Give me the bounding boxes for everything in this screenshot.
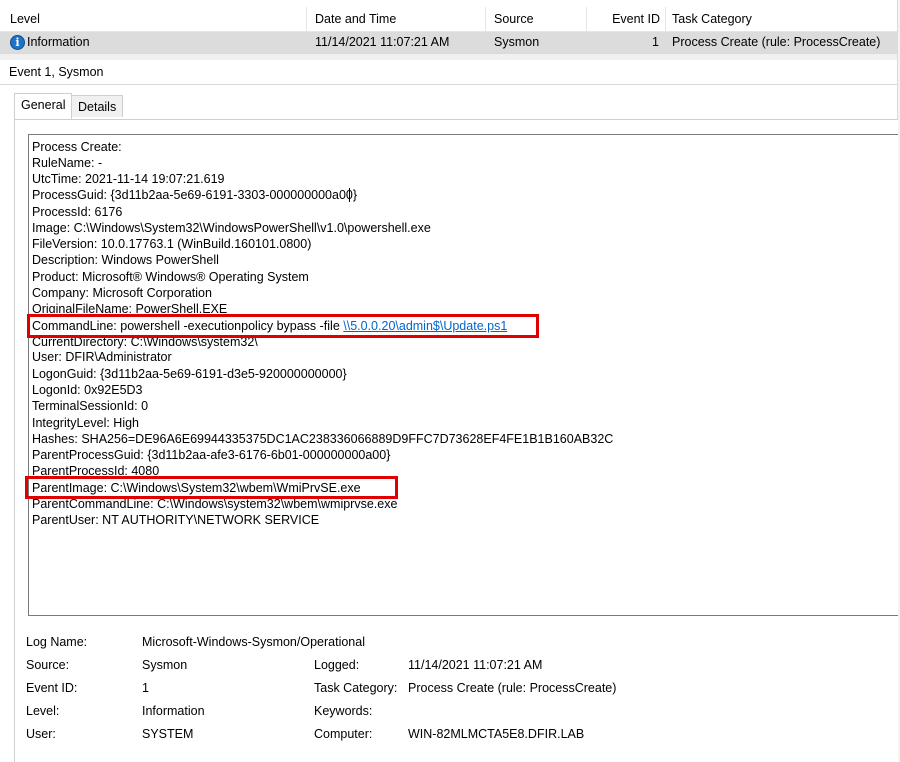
- commandline-highlight-box: [27, 314, 539, 338]
- column-header-source[interactable]: Source: [485, 7, 594, 31]
- meta-user-label: User:: [26, 727, 56, 741]
- meta-logged-value: 11/14/2021 11:07:21 AM: [408, 658, 543, 672]
- desc-line-integritylevel: IntegrityLevel: High: [32, 416, 140, 430]
- desc-line-parentuser: ParentUser: NT AUTHORITY\NETWORK SERVICE: [32, 513, 320, 527]
- row-date-time: 11/14/2021 11:07:21 AM: [315, 35, 450, 49]
- row-source: Sysmon: [494, 35, 540, 49]
- desc-line-processguid: ProcessGuid: {3d11b2aa-5e69-6191-3303-00…: [32, 188, 358, 202]
- meta-event-id-value: 1: [142, 681, 149, 695]
- row-task-category: Process Create (rule: ProcessCreate): [672, 35, 881, 49]
- desc-line-utctime: UtcTime: 2021-11-14 19:07:21.619: [32, 172, 225, 186]
- meta-source-value: Sysmon: [142, 658, 188, 672]
- meta-level-label: Level:: [26, 704, 60, 718]
- preview-pane-title: Event 1, Sysmon: [0, 60, 897, 85]
- column-header-date-time[interactable]: Date and Time: [306, 7, 493, 31]
- desc-line-logonid: LogonId: 0x92E5D3: [32, 383, 143, 397]
- meta-user-value: SYSTEM: [142, 727, 194, 741]
- column-header-event-id[interactable]: Event ID: [586, 7, 660, 31]
- desc-line-image: Image: C:\Windows\System32\WindowsPowerS…: [32, 221, 431, 235]
- desc-line-processid: ProcessId: 6176: [32, 205, 123, 219]
- column-header-task-category[interactable]: Task Category: [665, 7, 900, 31]
- column-header-level[interactable]: Level: [10, 7, 306, 31]
- desc-line-description: Description: Windows PowerShell: [32, 253, 219, 267]
- meta-level-value: Information: [142, 704, 205, 718]
- tab-general[interactable]: General: [14, 93, 73, 119]
- info-icon: [10, 35, 25, 50]
- meta-computer-value: WIN-82MLMCTA5E8.DFIR.LAB: [408, 727, 585, 741]
- meta-logged-label: Logged:: [314, 658, 360, 672]
- event-list-header: Level Date and Time Source Event ID Task…: [0, 7, 900, 32]
- text-caret: [349, 188, 350, 202]
- row-event-id: 1: [652, 35, 659, 49]
- meta-task-category-label: Task Category:: [314, 681, 398, 695]
- desc-line-hashes: Hashes: SHA256=DE96A6E69944335375DC1AC23…: [32, 432, 614, 446]
- meta-log-name-value: Microsoft-Windows-Sysmon/Operational: [142, 635, 365, 649]
- meta-log-name-label: Log Name:: [26, 635, 88, 649]
- desc-line-rulename: RuleName: -: [32, 156, 103, 170]
- desc-line-logonguid: LogonGuid: {3d11b2aa-5e69-6191-d3e5-9200…: [32, 367, 347, 381]
- parentimage-highlight-box: [25, 476, 398, 499]
- desc-line-process-create: Process Create:: [32, 140, 122, 154]
- desc-line-parentprocessguid: ParentProcessGuid: {3d11b2aa-afe3-6176-6…: [32, 448, 391, 462]
- desc-line-company: Company: Microsoft Corporation: [32, 286, 212, 300]
- tab-details[interactable]: Details: [71, 95, 124, 117]
- desc-line-user: User: DFIR\Administrator: [32, 350, 172, 364]
- desc-line-product: Product: Microsoft® Windows® Operating S…: [32, 270, 309, 284]
- desc-line-originalfilename: OriginalFileName: PowerShell.EXE: [32, 302, 228, 313]
- desc-line-parentprocessid: ParentProcessId: 4080: [32, 464, 160, 476]
- meta-event-id-label: Event ID:: [26, 681, 78, 695]
- row-level: Information: [27, 35, 90, 49]
- meta-task-category-value: Process Create (rule: ProcessCreate): [408, 681, 617, 695]
- desc-line-terminalsessionid: TerminalSessionId: 0: [32, 399, 149, 413]
- event-row-selected[interactable]: Information 11/14/2021 11:07:21 AM Sysmo…: [0, 32, 900, 54]
- desc-line-fileversion: FileVersion: 10.0.17763.1 (WinBuild.1601…: [32, 237, 312, 251]
- meta-computer-label: Computer:: [314, 727, 373, 741]
- meta-keywords-label: Keywords:: [314, 704, 373, 718]
- meta-source-label: Source:: [26, 658, 70, 672]
